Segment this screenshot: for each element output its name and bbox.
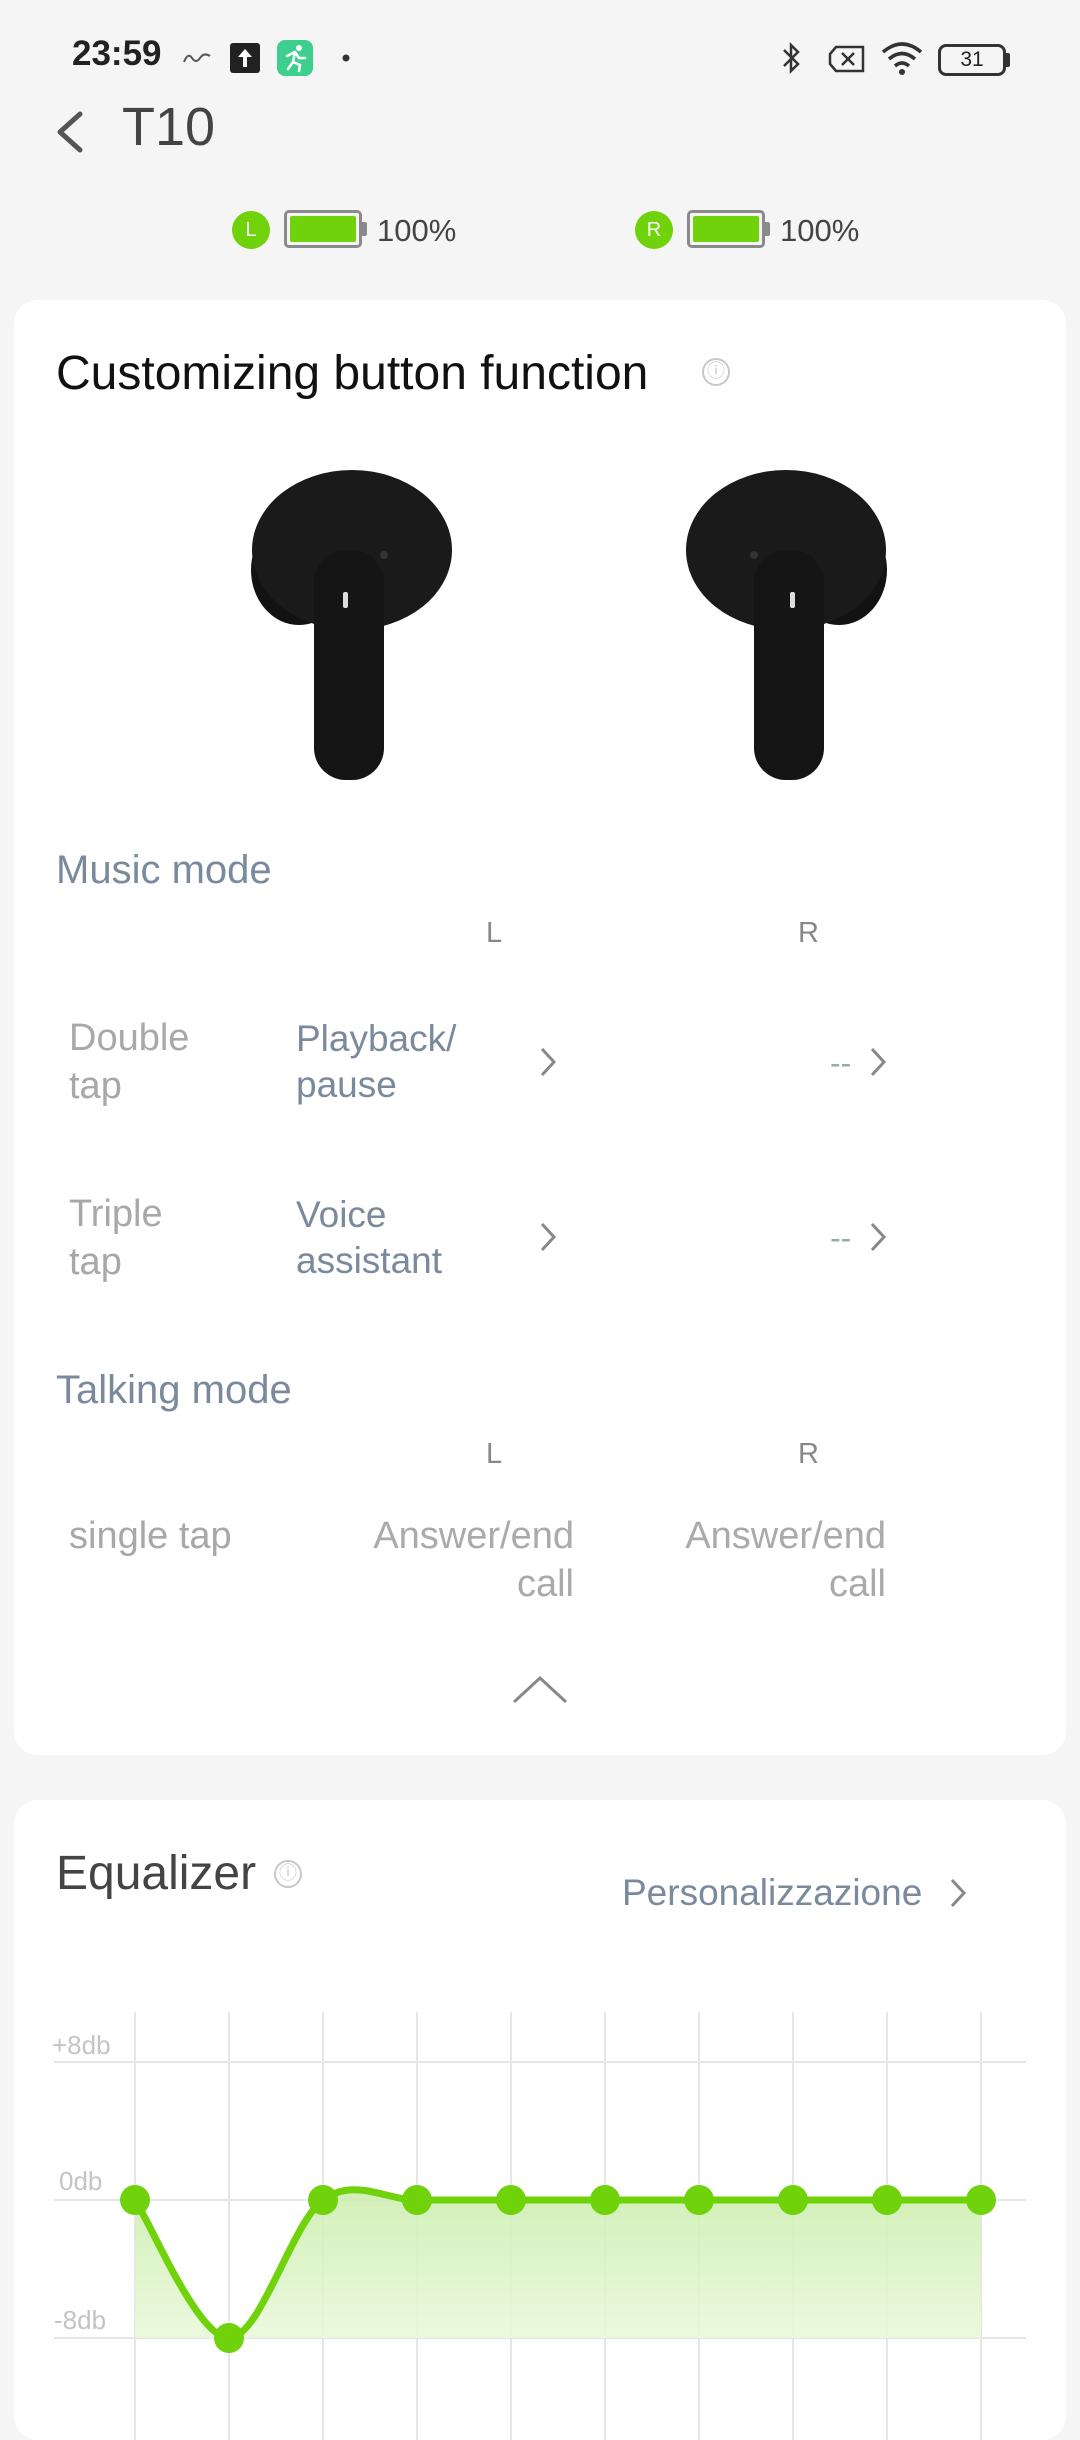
chevron-right-icon[interactable] [538,1045,558,1079]
chevron-right-icon[interactable] [538,1220,558,1254]
eq-band-handle[interactable] [214,2323,244,2353]
talking-col-right: R [798,1438,819,1470]
right-battery-cap [765,222,770,236]
left-badge: L [232,211,270,249]
right-battery-fill [693,216,759,242]
equalizer-card: Equalizer ⓘ Personalizzazione +8db 0db -… [14,1800,1066,2440]
eq-band-handle[interactable] [120,2185,150,2215]
eq-band-handle[interactable] [778,2185,808,2215]
eq-band-handle[interactable] [402,2185,432,2215]
music-col-left: L [486,917,503,949]
left-earbud-image [251,470,452,780]
left-battery-icon [284,210,362,248]
chevron-left-icon [57,111,83,153]
left-earbud-battery: L 100% [232,200,472,260]
double-tap-label: Double tap [69,1017,190,1107]
battery-icon: 31 [938,44,1006,76]
equalizer-chart[interactable] [14,1800,1066,2440]
music-mode-title: Music mode [56,848,272,892]
page-title: T10 [122,97,216,157]
upload-icon [230,43,260,73]
single-tap-right-action: Answer/end call [685,1515,886,1605]
button-card-title: Customizing button function [56,347,649,400]
triple-tap-label: Triple tap [69,1193,163,1283]
double-tap-right-action[interactable]: -- [830,1045,851,1082]
music-col-right: R [798,917,819,949]
single-tap-label: single tap [69,1515,232,1557]
right-battery-icon [687,210,765,248]
status-bar: 23:59 31 [0,0,1080,110]
right-battery-percent: 100% [780,213,860,248]
battery-cap [1005,53,1010,67]
wifi-icon [881,42,923,75]
left-battery-fill [290,216,356,242]
triple-tap-right-action[interactable]: -- [830,1220,851,1257]
single-tap-left-action: Answer/end call [373,1515,574,1605]
collapse-button[interactable] [510,1670,570,1710]
eq-fill-area [135,2189,981,2338]
battery-level-text: 31 [960,48,984,71]
talking-col-left: L [486,1438,503,1470]
chevron-right-icon[interactable] [868,1045,888,1079]
talking-mode-title: Talking mode [56,1368,292,1412]
bluetooth-icon [783,41,800,75]
eq-band-handle[interactable] [684,2185,714,2215]
netspeed-icon [183,53,211,63]
notification-dot-icon [342,54,350,62]
chevron-up-icon [512,1675,568,1704]
left-battery-cap [362,222,367,236]
back-button[interactable] [40,92,100,172]
earbuds-illustration [251,470,887,780]
chevron-right-icon[interactable] [868,1220,888,1254]
no-sim-icon [828,45,865,73]
left-battery-percent: 100% [377,213,457,248]
eq-band-handle[interactable] [966,2185,996,2215]
eq-band-handle[interactable] [590,2185,620,2215]
eq-band-handle[interactable] [308,2185,338,2215]
right-earbud-battery: R 100% [635,200,875,260]
status-time: 23:59 [72,34,162,73]
info-icon[interactable]: ⓘ [702,358,730,386]
right-badge: R [635,211,673,249]
eq-band-handle[interactable] [496,2185,526,2215]
button-function-card: Customizing button function ⓘ Music mode… [14,300,1066,1755]
eq-band-handle[interactable] [872,2185,902,2215]
right-earbud-image [686,470,887,780]
fitness-app-icon [277,40,313,76]
